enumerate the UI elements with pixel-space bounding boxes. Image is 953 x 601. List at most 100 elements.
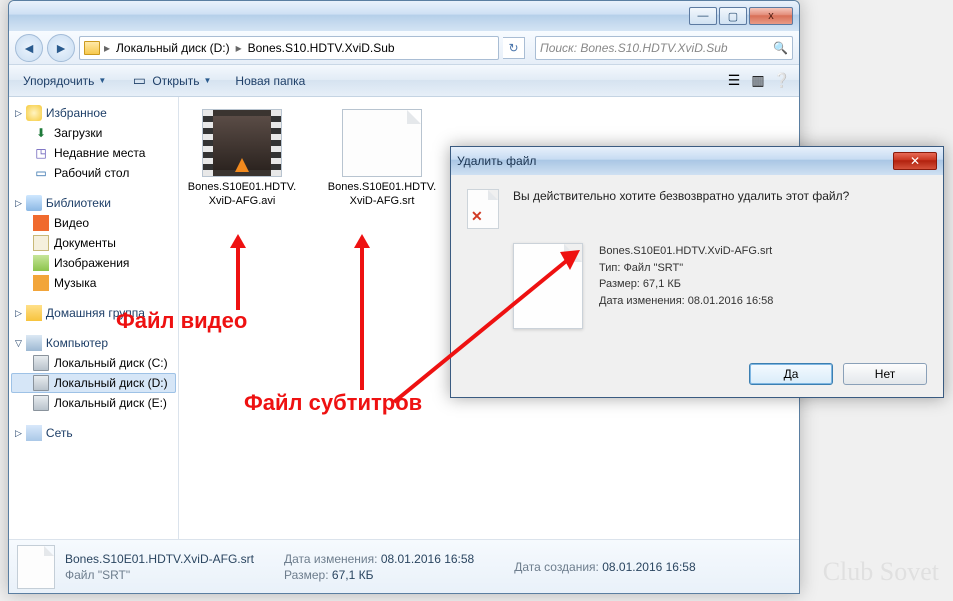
status-created-value: 08.01.2016 16:58 [602,560,695,574]
sidebar-group-libraries[interactable]: ▷Библиотеки [11,193,176,213]
file-item-video[interactable]: Bones.S10E01.HDTV.XviD-AFG.avi [187,109,297,209]
sidebar-item-music[interactable]: Музыка [11,273,176,293]
drive-icon [33,375,49,391]
sidebar-item-label: Локальный диск (E:) [54,396,167,410]
crumb-folder[interactable]: Bones.S10.HDTV.XviD.Sub [246,41,397,55]
file-item-srt[interactable]: Bones.S10E01.HDTV.XviD-AFG.srt [327,109,437,209]
dialog-file-type: Тип: Файл "SRT" [599,260,773,277]
preview-button[interactable]: ▥ [749,73,767,89]
dialog-title: Удалить файл [457,154,536,168]
delete-icon: ✕ [467,189,499,229]
sidebar-item-video[interactable]: Видео [11,213,176,233]
desktop-icon: ▭ [33,165,49,181]
watermark: Club Sovet [823,557,939,587]
network-label: Сеть [46,426,73,440]
sidebar-group-favorites[interactable]: ▷Избранное [11,103,176,123]
newfolder-button[interactable]: Новая папка [229,71,311,91]
sidebar-item-label: Изображения [54,256,129,270]
file-name: Bones.S10E01.HDTV.XviD-AFG.avi [187,181,297,209]
sidebar-item-images[interactable]: Изображения [11,253,176,273]
sidebar-item-label: Локальный диск (D:) [54,376,168,390]
sidebar-item-drive-d[interactable]: Локальный диск (D:) [11,373,176,393]
video-thumb [202,109,282,177]
page-icon: ▭ [130,73,148,89]
sidebar-group-homegroup[interactable]: ▷Домашняя группа [11,303,176,323]
sidebar: ▷Избранное ⬇ Загрузки ◳ Недавние места ▭ Ра… [9,97,179,539]
view-button[interactable]: ☰ [725,73,743,89]
close-button[interactable]: x [749,7,793,25]
status-size-value: 67,1 КБ [332,568,374,582]
computer-label: Компьютер [46,336,108,350]
status-modified-value: 08.01.2016 16:58 [381,552,474,566]
sidebar-item-label: Локальный диск (C:) [54,356,168,370]
titlebar[interactable]: — ▢ x [9,1,799,31]
sidebar-item-label: Недавние места [54,146,145,160]
sidebar-item-label: Музыка [54,276,96,290]
sidebar-item-label: Рабочий стол [54,166,129,180]
folder-icon [84,41,100,55]
file-thumb [342,109,422,177]
breadcrumb[interactable]: ▸ Локальный диск (D:) ▸ Bones.S10.HDTV.X… [79,36,499,60]
search-input[interactable]: Поиск: Bones.S10.HDTV.XviD.Sub 🔍 [535,36,793,60]
toolbar: Упорядочить▼ ▭ Открыть▼ Новая папка ☰ ▥ … [9,65,799,97]
back-button[interactable]: ◄ [15,34,43,62]
dialog-message: Вы действительно хотите безвозвратно уда… [513,189,849,229]
sidebar-item-downloads[interactable]: ⬇ Загрузки [11,123,176,143]
organize-label: Упорядочить [23,74,94,88]
chevron-down-icon: ▼ [203,76,211,85]
crumb-sep: ▸ [102,41,112,55]
crumb-sep: ▸ [234,41,244,55]
dialog-file-modified: Дата изменения: 08.01.2016 16:58 [599,293,773,310]
dialog-file-icon [513,243,583,329]
sidebar-item-drive-c[interactable]: Локальный диск (C:) [11,353,176,373]
refresh-button[interactable]: ↻ [503,37,525,59]
recent-icon: ◳ [33,145,49,161]
yes-button[interactable]: Да [749,363,833,385]
minimize-button[interactable]: — [689,7,717,25]
navbar: ◄ ► ▸ Локальный диск (D:) ▸ Bones.S10.HD… [9,31,799,65]
status-filename: Bones.S10E01.HDTV.XviD-AFG.srt [65,552,254,566]
dialog-file-size: Размер: 67,1 КБ [599,276,773,293]
status-created-label: Дата создания: [514,560,599,574]
drive-icon [33,395,49,411]
sidebar-item-documents[interactable]: Документы [11,233,176,253]
music-icon [33,275,49,291]
dialog-close-button[interactable]: ✕ [893,152,937,170]
star-icon [26,105,42,121]
sidebar-item-label: Документы [54,236,116,250]
drive-icon [33,355,49,371]
video-icon [33,215,49,231]
status-type: Файл "SRT" [65,568,254,582]
sidebar-item-label: Видео [54,216,89,230]
sidebar-item-label: Загрузки [54,126,102,140]
crumb-drive[interactable]: Локальный диск (D:) [114,41,232,55]
download-icon: ⬇ [33,125,49,141]
maximize-button[interactable]: ▢ [719,7,747,25]
sidebar-group-network[interactable]: ▷Сеть [11,423,176,443]
open-label: Открыть [152,74,199,88]
delete-dialog: Удалить файл ✕ ✕ Вы действительно хотите… [450,146,944,398]
open-button[interactable]: ▭ Открыть ▼ [124,70,217,92]
homegroup-icon [26,305,42,321]
sidebar-item-recent[interactable]: ◳ Недавние места [11,143,176,163]
forward-button[interactable]: ► [47,34,75,62]
newfolder-label: Новая папка [235,74,305,88]
dialog-file-name: Bones.S10E01.HDTV.XviD-AFG.srt [599,243,773,260]
homegroup-label: Домашняя группа [46,306,145,320]
file-name: Bones.S10E01.HDTV.XviD-AFG.srt [327,181,437,209]
favorites-label: Избранное [46,106,107,120]
organize-button[interactable]: Упорядочить ▼ [17,71,112,91]
dialog-titlebar[interactable]: Удалить файл ✕ [451,147,943,175]
status-bar: Bones.S10E01.HDTV.XviD-AFG.srt Файл "SRT… [9,539,799,593]
help-button[interactable]: ❔ [773,73,791,89]
sidebar-item-drive-e[interactable]: Локальный диск (E:) [11,393,176,413]
status-size-label: Размер: [284,568,329,582]
sidebar-item-desktop[interactable]: ▭ Рабочий стол [11,163,176,183]
chevron-down-icon: ▼ [98,76,106,85]
network-icon [26,425,42,441]
library-icon [26,195,42,211]
computer-icon [26,335,42,351]
no-button[interactable]: Нет [843,363,927,385]
libraries-label: Библиотеки [46,196,111,210]
sidebar-group-computer[interactable]: ▽Компьютер [11,333,176,353]
